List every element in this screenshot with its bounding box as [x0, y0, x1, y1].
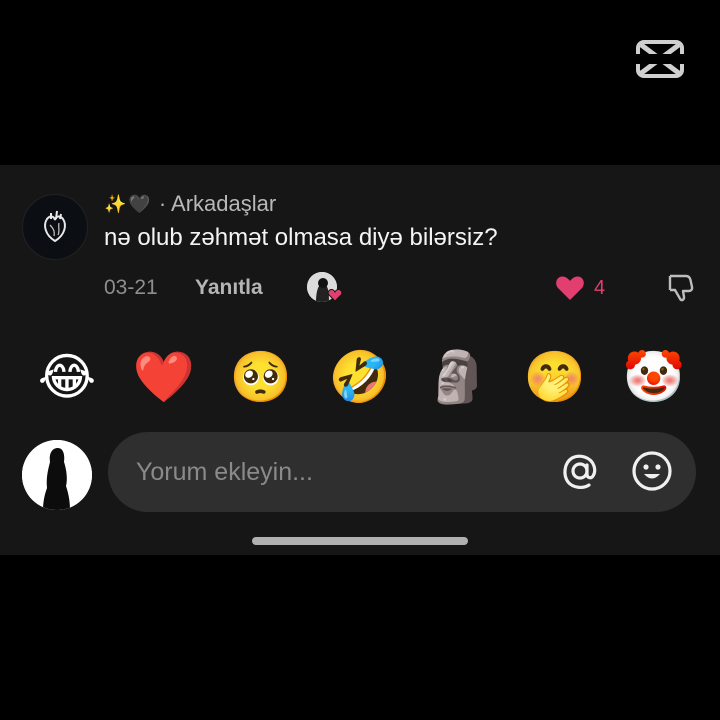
comment-username[interactable]: ✨🖤 · Arkadaşlar	[104, 190, 276, 218]
pleading-face-emoji[interactable]: 🥺	[229, 345, 293, 409]
anatomical-heart-icon	[44, 210, 66, 243]
emoji-smile-icon[interactable]	[630, 449, 674, 493]
reply-button[interactable]: Yanıtla	[195, 276, 263, 300]
current-user-avatar[interactable]	[22, 440, 92, 510]
clown-face-emoji[interactable]: 🤡	[622, 345, 686, 409]
capcut-logo-icon	[636, 40, 684, 78]
home-indicator[interactable]	[252, 537, 468, 545]
rolling-laughing-emoji[interactable]: 🤣	[328, 345, 392, 409]
commenter-avatar[interactable]	[22, 194, 88, 260]
tears-of-joy-emoji[interactable]: 😂	[35, 345, 99, 409]
red-heart-emoji[interactable]: ❤️	[132, 345, 196, 409]
moai-emoji[interactable]: 🗿	[426, 345, 490, 409]
comment-input-placeholder: Yorum ekleyin...	[136, 458, 313, 486]
like-button[interactable]: 4	[554, 274, 605, 302]
quick-reactions-row: 😂 ❤️ 🥺 🤣 🗿 🤭 🤡	[0, 345, 720, 409]
creator-heart-icon	[327, 288, 343, 302]
comment-meta-row: 03-21 Yanıtla 4	[104, 272, 704, 304]
comment-date: 03-21	[104, 276, 158, 299]
heart-filled-icon	[556, 276, 584, 300]
like-count: 4	[594, 276, 606, 299]
thumbs-down-icon[interactable]	[664, 272, 696, 304]
comment-input[interactable]: Yorum ekleyin...	[108, 432, 696, 512]
username-emoji-prefix: ✨🖤	[104, 193, 153, 215]
mention-at-icon[interactable]	[558, 449, 602, 493]
hand-over-mouth-emoji[interactable]: 🤭	[523, 345, 587, 409]
username-label: · Arkadaşlar	[158, 191, 277, 216]
silhouette-icon	[22, 440, 92, 510]
comment-text: nə olub zəhmət olmasa diyə bilərsiz?	[104, 224, 498, 251]
